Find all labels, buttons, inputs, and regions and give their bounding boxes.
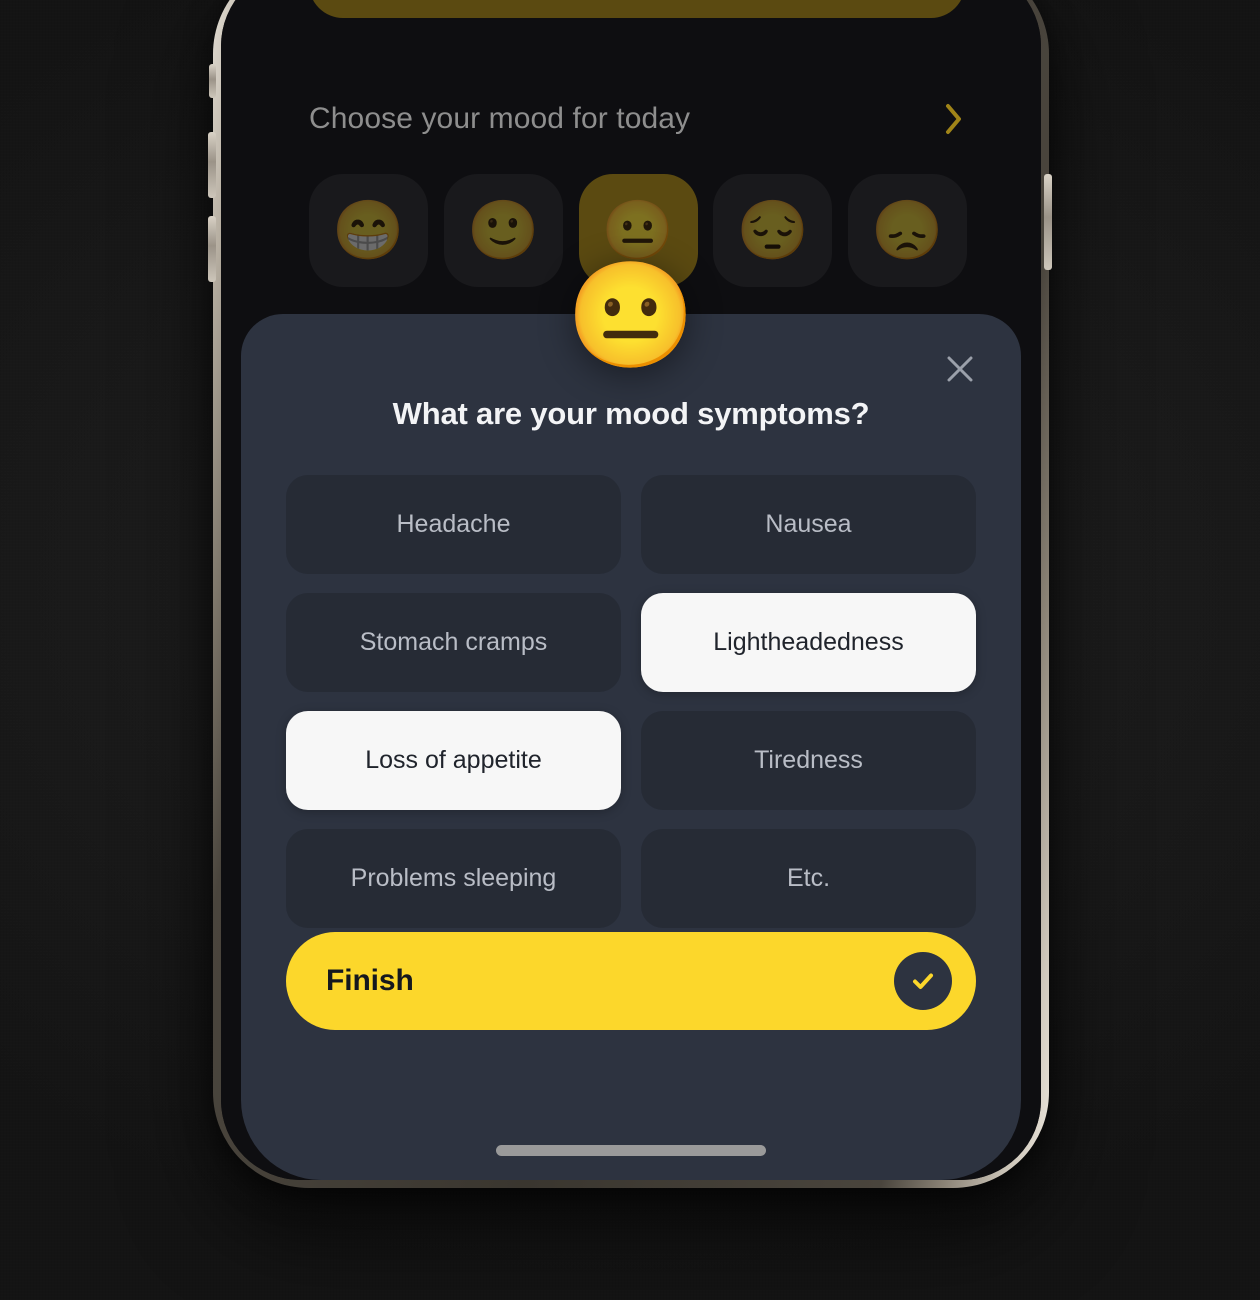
symptom-chip-label: Problems sleeping xyxy=(350,864,557,892)
symptom-chip-label: Loss of appetite xyxy=(365,746,542,774)
symptoms-modal-sheet: What are your mood symptoms? Headache Na… xyxy=(241,314,1021,1180)
page-backdrop: Choose your mood for today 😁 🙂 😐 😔 😞 Wha… xyxy=(0,0,1260,1300)
app-root: Choose your mood for today 😁 🙂 😐 😔 😞 Wha… xyxy=(221,0,1041,1180)
mood-tile-disappointed[interactable]: 😞 xyxy=(848,174,967,287)
finish-button[interactable]: Finish xyxy=(286,932,976,1030)
disappointed-face-icon: 😞 xyxy=(871,197,944,263)
close-modal-button[interactable] xyxy=(937,346,983,392)
volume-down-button[interactable] xyxy=(208,216,216,282)
pensive-face-icon: 😔 xyxy=(736,197,809,263)
selected-mood-floating-emoji: 😐 xyxy=(566,258,696,374)
check-icon xyxy=(913,973,933,989)
symptom-chip-label: Nausea xyxy=(765,510,852,538)
symptom-chip-tiredness[interactable]: Tiredness xyxy=(641,711,976,810)
home-indicator xyxy=(496,1145,766,1156)
symptom-chip-lightheadedness[interactable]: Lightheadedness xyxy=(641,593,976,692)
mood-tile-slightly-smiling[interactable]: 🙂 xyxy=(443,174,563,287)
symptom-chip-label: Tiredness xyxy=(754,746,863,774)
silent-switch-button[interactable] xyxy=(209,64,216,98)
grinning-face-icon: 😁 xyxy=(332,197,405,263)
chevron-right-icon[interactable] xyxy=(943,102,965,136)
slightly-smiling-face-icon: 🙂 xyxy=(467,197,540,263)
mood-tile-grinning[interactable]: 😁 xyxy=(309,174,428,287)
symptom-chip-loss-of-appetite[interactable]: Loss of appetite xyxy=(286,711,621,810)
symptom-chip-label: Headache xyxy=(396,510,511,538)
top-summary-card[interactable] xyxy=(309,0,965,18)
volume-up-button[interactable] xyxy=(208,132,216,198)
power-button[interactable] xyxy=(1044,174,1052,270)
symptom-chip-problems-sleeping[interactable]: Problems sleeping xyxy=(286,829,621,928)
mood-section-title: Choose your mood for today xyxy=(309,102,691,135)
check-circle-icon xyxy=(894,952,952,1010)
mood-section-header[interactable]: Choose your mood for today xyxy=(309,96,965,142)
symptom-chip-label: Lightheadedness xyxy=(713,628,904,656)
symptom-chip-nausea[interactable]: Nausea xyxy=(641,475,976,574)
finish-button-label: Finish xyxy=(326,964,414,997)
phone-screen: Choose your mood for today 😁 🙂 😐 😔 😞 Wha… xyxy=(221,0,1041,1180)
phone-device-frame: Choose your mood for today 😁 🙂 😐 😔 😞 Wha… xyxy=(213,0,1049,1188)
modal-title: What are your mood symptoms? xyxy=(392,396,870,431)
neutral-face-icon: 😐 xyxy=(601,197,675,263)
symptom-chip-stomach-cramps[interactable]: Stomach cramps xyxy=(286,593,621,692)
symptom-chip-headache[interactable]: Headache xyxy=(286,475,621,574)
symptom-chip-grid: Headache Nausea Stomach cramps Lighthead… xyxy=(286,475,976,928)
symptom-chip-label: Stomach cramps xyxy=(359,628,548,656)
symptom-chip-label: Etc. xyxy=(786,864,831,892)
close-x-icon xyxy=(947,356,973,382)
symptom-chip-etc[interactable]: Etc. xyxy=(641,829,976,928)
mood-tile-pensive[interactable]: 😔 xyxy=(713,174,833,287)
